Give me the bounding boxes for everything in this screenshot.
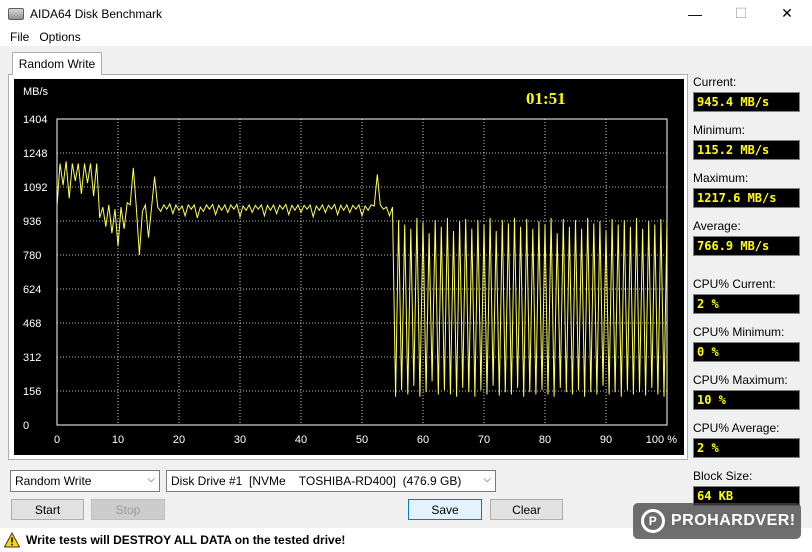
- cpu-maximum-label: CPU% Maximum:: [693, 373, 788, 387]
- average-value: 766.9 MB/s: [693, 236, 800, 256]
- current-label: Current:: [693, 75, 737, 89]
- x-tick-label: 40: [295, 434, 307, 446]
- chevron-down-icon: ⌵: [483, 474, 491, 485]
- y-tick-label: 156: [23, 386, 41, 398]
- stop-button[interactable]: Stop: [91, 499, 165, 520]
- y-axis-unit: MB/s: [23, 86, 49, 98]
- x-tick-label: 0: [54, 434, 60, 446]
- title-bar: AIDA64 Disk Benchmark — ☐ ✕: [0, 0, 812, 27]
- watermark: P PROHARDVER!: [633, 503, 801, 539]
- x-tick-label: 100 %: [646, 434, 677, 446]
- disk-icon: [8, 7, 24, 20]
- y-tick-label: 780: [23, 250, 41, 262]
- y-tick-label: 0: [23, 420, 29, 432]
- cpu-average-label: CPU% Average:: [693, 421, 780, 435]
- y-tick-label: 936: [23, 216, 41, 228]
- minimize-icon[interactable]: —: [672, 0, 718, 27]
- chart-svg: 0 156 312 468 624 780 936 1092 1248 1404 0 10 20 30 40…: [23, 86, 677, 446]
- maximum-label: Maximum:: [693, 171, 749, 185]
- test-select[interactable]: Random Write ⌵: [10, 470, 160, 492]
- chevron-down-icon: ⌵: [147, 474, 155, 485]
- drive-select-value: Disk Drive #1 [NVMe TOSHIBA-RD400] (476.…: [171, 474, 462, 488]
- maximize-icon[interactable]: ☐: [718, 0, 764, 27]
- clear-button[interactable]: Clear: [490, 499, 563, 520]
- elapsed-timer: 01:51: [526, 89, 566, 108]
- logo-icon: P: [641, 509, 665, 533]
- warning-text: Write tests will DESTROY ALL DATA on the…: [26, 533, 346, 547]
- x-tick-label: 80: [539, 434, 551, 446]
- cpu-maximum-value: 10 %: [693, 390, 800, 410]
- x-tick-label: 30: [234, 434, 246, 446]
- x-tick-label: 20: [173, 434, 185, 446]
- save-button[interactable]: Save: [408, 499, 482, 520]
- drive-select[interactable]: Disk Drive #1 [NVMe TOSHIBA-RD400] (476.…: [166, 470, 496, 492]
- benchmark-chart: 0 156 312 468 624 780 936 1092 1248 1404 0 10 20 30 40…: [14, 79, 684, 455]
- average-label: Average:: [693, 219, 741, 233]
- warning-icon: [4, 532, 20, 548]
- cpu-minimum-label: CPU% Minimum:: [693, 325, 785, 339]
- test-select-value: Random Write: [15, 474, 92, 488]
- x-tick-label: 10: [112, 434, 124, 446]
- y-tick-label: 468: [23, 318, 41, 330]
- x-tick-label: 90: [600, 434, 612, 446]
- block-size-label: Block Size:: [693, 469, 753, 483]
- x-tick-label: 60: [417, 434, 429, 446]
- current-value: 945.4 MB/s: [693, 92, 800, 112]
- menu-file[interactable]: File: [5, 30, 34, 44]
- start-button[interactable]: Start: [11, 499, 84, 520]
- close-icon[interactable]: ✕: [764, 0, 810, 27]
- y-tick-label: 312: [23, 352, 41, 364]
- x-tick-label: 70: [478, 434, 490, 446]
- minimum-label: Minimum:: [693, 123, 746, 137]
- x-tick-label: 50: [356, 434, 368, 446]
- y-tick-label: 1092: [23, 182, 47, 194]
- cpu-current-value: 2 %: [693, 294, 800, 314]
- menu-bar: File Options: [0, 27, 812, 46]
- maximum-value: 1217.6 MB/s: [693, 188, 800, 208]
- tab-random-write[interactable]: Random Write: [12, 52, 102, 75]
- menu-options[interactable]: Options: [34, 30, 85, 44]
- minimum-value: 115.2 MB/s: [693, 140, 800, 160]
- watermark-text: PROHARDVER!: [671, 512, 796, 529]
- cpu-minimum-value: 0 %: [693, 342, 800, 362]
- y-tick-label: 624: [23, 284, 41, 296]
- y-tick-label: 1248: [23, 148, 47, 160]
- y-tick-label: 1404: [23, 114, 47, 126]
- cpu-current-label: CPU% Current:: [693, 277, 776, 291]
- cpu-average-value: 2 %: [693, 438, 800, 458]
- window-title: AIDA64 Disk Benchmark: [30, 6, 163, 21]
